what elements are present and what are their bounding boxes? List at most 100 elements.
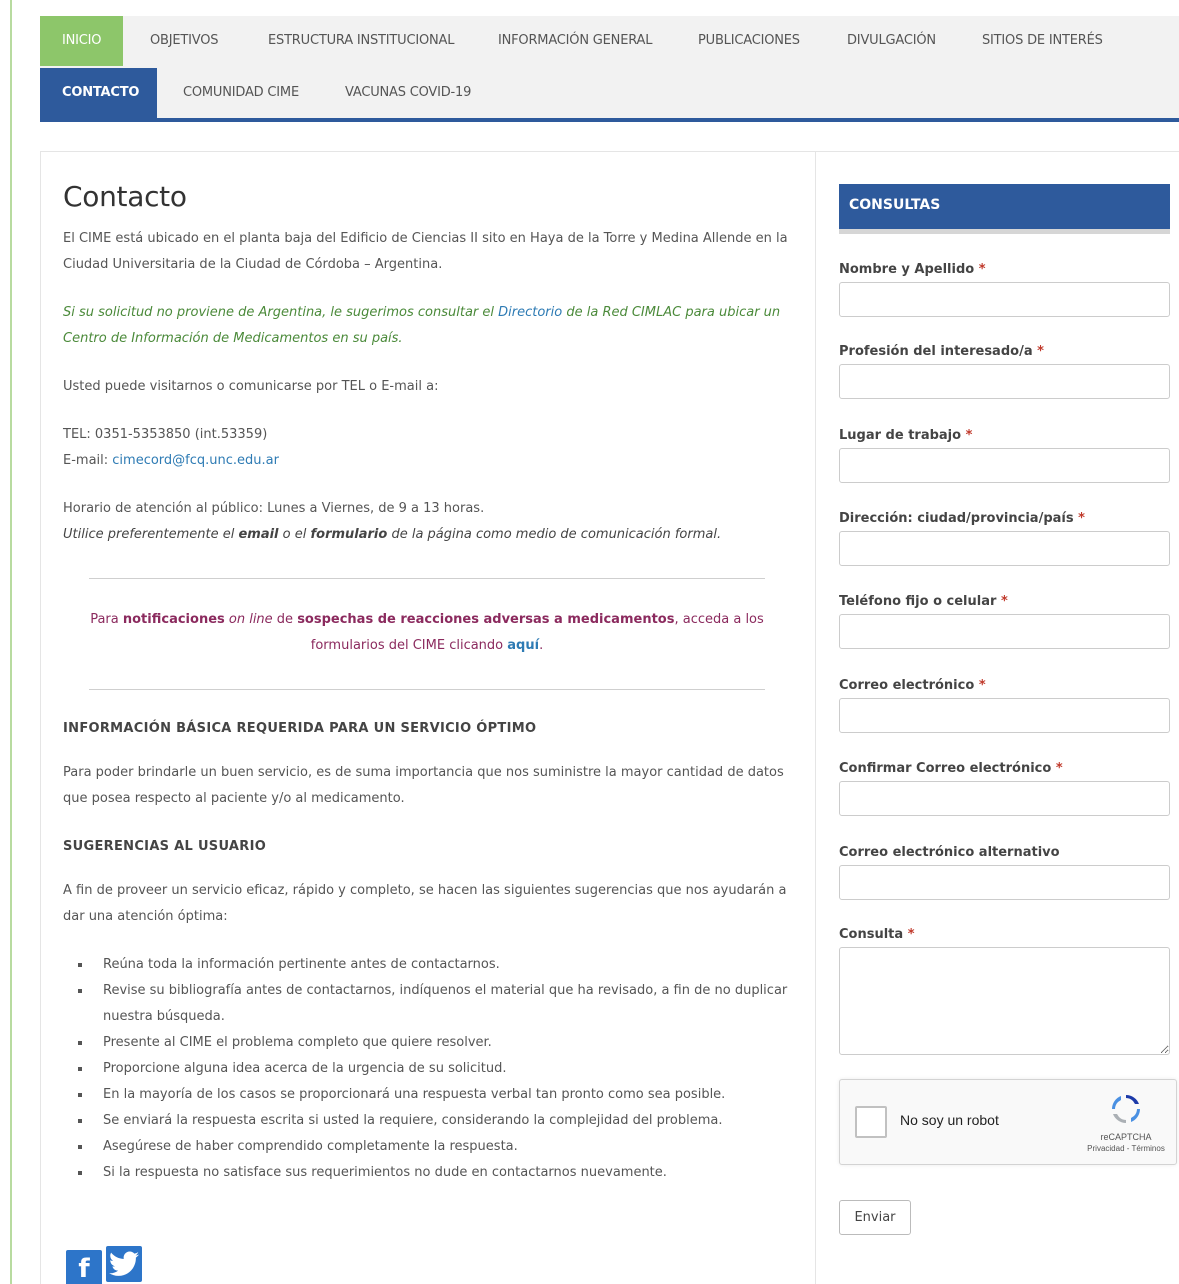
pref-form: formulario <box>310 527 388 542</box>
field-label: Lugar de trabajo * <box>839 428 1170 448</box>
label-text: Correo electrónico alternativo <box>839 845 1060 860</box>
location-text: El CIME está ubicado en el planta baja d… <box>63 231 788 272</box>
twitter-icon[interactable] <box>106 1246 142 1282</box>
label-text: Consulta <box>839 927 904 942</box>
field-label: Profesión del interesado/a * <box>839 344 1170 364</box>
main-nav: INICIO OBJETIVOS ESTRUCTURA INSTITUCIONA… <box>40 16 1179 118</box>
nav-estructura[interactable]: ESTRUCTURA INSTITUCIONAL <box>268 16 454 66</box>
international-note: Si su solicitud no proviene de Argentina… <box>63 300 791 352</box>
lugar-input[interactable] <box>839 448 1170 483</box>
directorio-link[interactable]: Directorio <box>498 305 562 320</box>
notice-b2: sospechas de reacciones adversas a medic… <box>297 612 675 627</box>
list-item: Presente al CIME el problema completo qu… <box>78 1030 791 1056</box>
pref-email: email <box>238 527 279 542</box>
field-label: Nombre y Apellido * <box>839 262 1170 282</box>
consultas-form: CONSULTAS Nombre y Apellido * Profesión … <box>839 184 1177 1235</box>
required-mark: * <box>965 428 973 443</box>
hours-text: Horario de atención al público: Lunes a … <box>63 501 485 516</box>
aqui-link[interactable]: aquí <box>507 638 539 653</box>
field-label: Consulta * <box>839 927 1170 947</box>
contact-intro: Usted puede visitarnos o comunicarse por… <box>63 379 439 394</box>
label-text: Teléfono fijo o celular <box>839 594 997 609</box>
field-group-direccion: Dirección: ciudad/provincia/país * <box>839 511 1170 566</box>
telefono-input[interactable] <box>839 614 1170 649</box>
enviar-button[interactable]: Enviar <box>839 1200 911 1235</box>
field-group-lugar: Lugar de trabajo * <box>839 428 1170 483</box>
recaptcha-checkbox[interactable] <box>855 1106 887 1138</box>
divider-bottom <box>89 689 765 690</box>
intl-text-1: Si su solicitud no proviene de Argentina… <box>63 305 499 320</box>
nav-vacunas[interactable]: VACUNAS COVID-19 <box>345 68 471 118</box>
field-group-profesion: Profesión del interesado/a * <box>839 344 1170 399</box>
nav-divulgacion[interactable]: DIVULGACIÓN <box>847 16 936 66</box>
recaptcha-links[interactable]: Privacidad - Términos <box>1086 1143 1166 1155</box>
profesion-input[interactable] <box>839 364 1170 399</box>
pref-3: de la página como medio de comunicación … <box>387 527 722 542</box>
divider-top <box>89 578 765 579</box>
facebook-icon[interactable]: f <box>66 1250 102 1284</box>
nav-comunidad[interactable]: COMUNIDAD CIME <box>183 68 299 118</box>
pref-1: Utilice preferentemente el <box>63 527 239 542</box>
twitter-bird-icon <box>109 1251 139 1276</box>
page-title: Contacto <box>63 180 187 213</box>
field-label: Confirmar Correo electrónico * <box>839 761 1170 781</box>
correo-alternativo-input[interactable] <box>839 865 1170 900</box>
suggestions-heading: SUGERENCIAS AL USUARIO <box>63 839 267 854</box>
notice-4: . <box>539 638 544 653</box>
email-link[interactable]: cimecord@fcq.unc.edu.ar <box>112 453 279 468</box>
required-mark: * <box>1055 761 1063 776</box>
list-item: Se enviará la respuesta escrita si usted… <box>78 1108 791 1134</box>
column-divider <box>815 151 816 1284</box>
correo-input[interactable] <box>839 698 1170 733</box>
suggestions-list: Reúna toda la información pertinente ant… <box>63 952 791 1186</box>
required-mark: * <box>978 262 986 277</box>
nav-publicaciones[interactable]: PUBLICACIONES <box>698 16 800 66</box>
notice-b1: notificaciones <box>122 612 225 627</box>
required-mark: * <box>1078 511 1085 526</box>
required-mark: * <box>1037 344 1044 359</box>
field-label: Correo electrónico * <box>839 678 1170 698</box>
consulta-textarea[interactable] <box>839 947 1170 1055</box>
field-group-confirmar: Confirmar Correo electrónico * <box>839 761 1170 816</box>
info-heading: INFORMACIÓN BÁSICA REQUERIDA PARA UN SER… <box>63 721 537 736</box>
label-text: Profesión del interesado/a <box>839 344 1033 359</box>
nombre-input[interactable] <box>839 282 1170 317</box>
nav-contacto[interactable]: CONTACTO <box>40 68 157 118</box>
recaptcha-label: No soy un robot <box>900 1112 999 1128</box>
notice-2: de <box>272 612 298 627</box>
list-item: Si la respuesta no satisface sus requeri… <box>78 1160 791 1186</box>
list-item: Asegúrese de haber comprendido completam… <box>78 1134 791 1160</box>
nav-underline <box>40 118 1179 122</box>
nav-inicio[interactable]: INICIO <box>40 16 124 66</box>
phone-text: TEL: 0351-5353850 (int.53359) <box>63 427 268 442</box>
recaptcha-brand: reCAPTCHA <box>1100 1132 1152 1142</box>
direccion-input[interactable] <box>839 531 1170 566</box>
field-label: Dirección: ciudad/provincia/país * <box>839 511 1170 531</box>
nav-informacion[interactable]: INFORMACIÓN GENERAL <box>498 16 652 66</box>
field-group-consulta: Consulta * <box>839 927 1170 1059</box>
email-label: E-mail: <box>63 453 113 468</box>
preference-text: Utilice preferentemente el email o el fo… <box>63 522 791 548</box>
list-item: Reúna toda la información pertinente ant… <box>78 952 791 978</box>
field-label: Correo electrónico alternativo <box>839 845 1170 865</box>
recaptcha-icon <box>1112 1095 1140 1123</box>
form-title: CONSULTAS <box>839 184 1170 229</box>
pref-2: o el <box>278 527 311 542</box>
field-group-telefono: Teléfono fijo o celular * <box>839 594 1170 649</box>
social-links: f <box>66 1246 146 1284</box>
nav-sitios[interactable]: SITIOS DE INTERÉS <box>982 16 1103 66</box>
recaptcha-widget: No soy un robot reCAPTCHA Privacidad - T… <box>839 1079 1177 1165</box>
email-line: E-mail: cimecord@fcq.unc.edu.ar <box>63 448 791 474</box>
label-text: Lugar de trabajo <box>839 428 962 443</box>
required-mark: * <box>1000 594 1008 609</box>
label-text: Nombre y Apellido <box>839 262 975 277</box>
confirmar-correo-input[interactable] <box>839 781 1170 816</box>
nav-objetivos[interactable]: OBJETIVOS <box>150 16 219 66</box>
required-mark: * <box>978 678 986 693</box>
recaptcha-logo: reCAPTCHA Privacidad - Términos <box>1086 1092 1166 1155</box>
suggestions-text: A fin de proveer un servicio eficaz, ráp… <box>63 883 787 924</box>
list-item: En la mayoría de los casos se proporcion… <box>78 1082 791 1108</box>
field-label: Teléfono fijo o celular * <box>839 594 1170 614</box>
main-content: Contacto El CIME está ubicado en el plan… <box>63 180 791 1186</box>
field-group-nombre: Nombre y Apellido * <box>839 262 1170 317</box>
